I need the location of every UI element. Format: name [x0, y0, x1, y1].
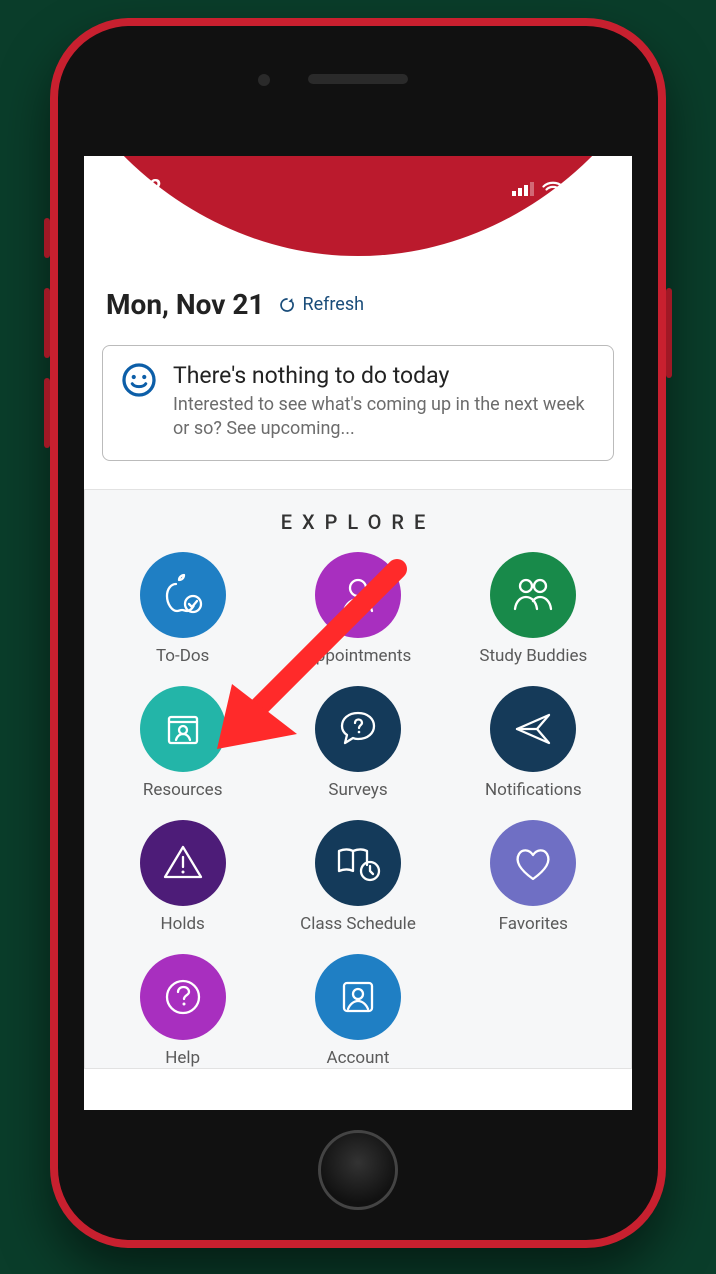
book-clock-icon	[315, 820, 401, 906]
explore-tile-label: Resources	[143, 780, 223, 800]
mute-switch	[44, 218, 50, 258]
explore-tile-holds[interactable]: Holds	[95, 820, 270, 934]
apple-check-icon	[140, 552, 226, 638]
power-button	[666, 288, 672, 378]
explore-tile-class-schedule[interactable]: Class Schedule	[270, 820, 445, 934]
status-indicators	[512, 181, 604, 197]
explore-tile-label: Holds	[161, 914, 205, 934]
explore-tile-account[interactable]: Account	[270, 954, 445, 1068]
explore-section: EXPLORE To-Dos Appointments Study Buddies R…	[84, 489, 632, 1069]
explore-tile-label: Account	[327, 1048, 390, 1068]
send-icon	[490, 686, 576, 772]
heart-icon	[490, 820, 576, 906]
explore-tile-label: Favorites	[499, 914, 568, 934]
explore-tile-help[interactable]: Help	[95, 954, 270, 1068]
person-icon	[315, 552, 401, 638]
refresh-label: Refresh	[302, 294, 364, 315]
front-camera	[258, 74, 270, 86]
explore-tile-label: Surveys	[328, 780, 387, 800]
refresh-button[interactable]: Refresh	[278, 294, 364, 315]
app-header: 1:02	[84, 156, 632, 264]
status-time: 1:02	[118, 176, 162, 201]
explore-tile-label: Class Schedule	[300, 914, 416, 934]
battery-icon	[572, 181, 604, 197]
date-row: Mon, Nov 21 Refresh	[84, 264, 632, 335]
wifi-icon	[542, 181, 564, 197]
phone-bezel: 1:02 Mon, Nov 21 Refresh	[58, 26, 658, 1240]
speech-question-icon	[315, 686, 401, 772]
explore-tile-appointments[interactable]: Appointments	[270, 552, 445, 666]
explore-tile-favorites[interactable]: Favorites	[446, 820, 621, 934]
explore-tile-resources[interactable]: Resources	[95, 686, 270, 800]
explore-heading: EXPLORE	[95, 510, 621, 534]
explore-tile-label: Study Buddies	[479, 646, 587, 666]
cellular-signal-icon	[512, 182, 534, 196]
screen: 1:02 Mon, Nov 21 Refresh	[84, 156, 632, 1110]
today-card-subtitle: Interested to see what's coming up in th…	[173, 393, 595, 442]
today-card[interactable]: There's nothing to do today Interested t…	[102, 345, 614, 461]
explore-tile-label: Help	[165, 1048, 200, 1068]
warning-triangle-icon	[140, 820, 226, 906]
home-button[interactable]	[318, 1130, 398, 1210]
explore-tile-study-buddies[interactable]: Study Buddies	[446, 552, 621, 666]
explore-tile-label: Appointments	[305, 646, 412, 666]
id-card-icon	[140, 686, 226, 772]
account-square-icon	[315, 954, 401, 1040]
explore-tile-label: Notifications	[485, 780, 582, 800]
refresh-icon	[278, 296, 296, 314]
today-card-body: There's nothing to do today Interested t…	[173, 362, 595, 442]
volume-up-button	[44, 288, 50, 358]
volume-down-button	[44, 378, 50, 448]
explore-tile-notifications[interactable]: Notifications	[446, 686, 621, 800]
explore-tile-to-dos[interactable]: To-Dos	[95, 552, 270, 666]
explore-grid: To-Dos Appointments Study Buddies Resources…	[95, 552, 621, 1068]
phone-device-frame: 1:02 Mon, Nov 21 Refresh	[50, 18, 666, 1248]
explore-tile-label: To-Dos	[156, 646, 209, 666]
earpiece-speaker	[308, 74, 408, 84]
status-bar: 1:02	[84, 156, 632, 201]
explore-tile-surveys[interactable]: Surveys	[270, 686, 445, 800]
help-circle-icon	[140, 954, 226, 1040]
current-date: Mon, Nov 21	[106, 288, 264, 321]
today-card-title: There's nothing to do today	[173, 362, 595, 389]
smile-icon	[121, 362, 157, 398]
two-people-icon	[490, 552, 576, 638]
